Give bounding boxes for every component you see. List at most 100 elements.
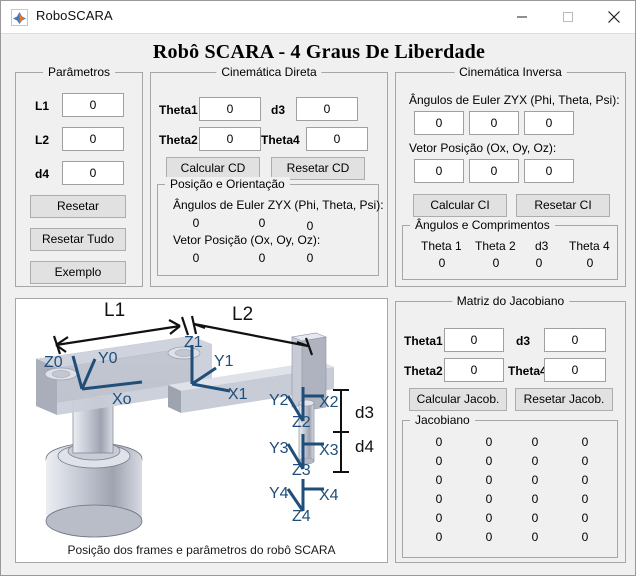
label-y2: Y2 [269,392,289,409]
calcular-ci-button[interactable]: Calcular CI [413,194,507,217]
input-ci-phi[interactable]: 0 [414,111,464,135]
jac-cell-2-2: 0 [531,473,539,487]
label-x1: X1 [228,386,248,403]
label-z0: Z0 [44,354,63,371]
parametros-panel-title: Parâmetros [42,65,116,79]
resetar-button[interactable]: Resetar [30,195,126,218]
jac-cell-0-2: 0 [531,435,539,449]
label-y4: Y4 [269,485,289,502]
jac-cell-0-3: 0 [581,435,589,449]
diagram-caption: Posição dos frames e parâmetros do robô … [67,543,336,557]
label-x0: Xo [112,391,132,408]
input-l2[interactable]: 0 [62,127,124,151]
cinematica-direta-panel: Cinemática Direta Theta1 0 d3 0 Theta2 0… [150,65,388,287]
label-z1: Z1 [184,334,203,351]
jac-cell-3-0: 0 [435,492,443,506]
jacobiano-matrix-title: Jacobiano [410,413,475,427]
input-ci-oz[interactable]: 0 [524,159,574,183]
jac-cell-1-2: 0 [531,454,539,468]
title-bar: RoboSCARA [1,1,635,34]
jac-cell-4-3: 0 [581,511,589,525]
input-cd-d3[interactable]: 0 [296,97,358,121]
maximize-icon[interactable] [545,1,591,33]
label-x2: X2 [319,394,339,411]
label-cd-theta4: Theta4 [261,133,300,147]
resetar-tudo-button[interactable]: Resetar Tudo [30,228,126,251]
jac-cell-4-2: 0 [531,511,539,525]
input-ci-oy[interactable]: 0 [469,159,519,183]
header-ci-theta4: Theta 4 [569,239,610,253]
label-l2-dimension: L2 [232,304,253,325]
calcular-jacob-button[interactable]: Calcular Jacob. [409,388,507,411]
label-x3: X3 [319,442,339,459]
matriz-jacobiano-panel: Matriz do Jacobiano Theta1 0 d3 0 Theta2… [395,294,626,563]
label-jac-theta4: Theta4 [508,364,547,378]
jac-cell-4-0: 0 [435,511,443,525]
label-d4-dimension: d4 [355,437,374,456]
jac-cell-3-2: 0 [531,492,539,506]
jac-cell-3-3: 0 [581,492,589,506]
close-icon[interactable] [591,1,635,33]
header-ci-theta2: Theta 2 [475,239,516,253]
scara-diagram-panel: L1 L2 d3 d4 Z0 Y0 Xo Z1 Y1 X1 Y2 X2 Z2 Y… [15,298,388,563]
window-title: RoboSCARA [36,8,113,23]
jac-cell-2-3: 0 [581,473,589,487]
label-jac-d3: d3 [516,334,531,348]
resetar-jacob-button[interactable]: Resetar Jacob. [515,388,613,411]
label-z3: Z3 [292,462,311,479]
input-cd-theta1[interactable]: 0 [199,97,261,121]
value-cd-ox: 0 [192,251,200,265]
jac-cell-3-1: 0 [485,492,493,506]
jac-cell-4-1: 0 [485,511,493,525]
label-d3-dimension: d3 [355,403,374,422]
label-y1: Y1 [214,353,234,370]
label-cd-vetor-posicao: Vetor Posição (Ox, Oy, Oz): [173,233,321,247]
input-l1[interactable]: 0 [62,93,124,117]
roboscara-window: RoboSCARA Robô SCARA - 4 Graus De Liberd… [0,0,636,576]
posicao-orientacao-title: Posição e Orientação [165,177,290,191]
input-ci-theta[interactable]: 0 [469,111,519,135]
jac-cell-2-1: 0 [485,473,493,487]
label-ci-euler: Ângulos de Euler ZYX (Phi, Theta, Psi): [409,93,620,107]
label-l2: L2 [35,133,50,147]
input-cd-theta2[interactable]: 0 [199,127,261,151]
cinematica-inversa-title: Cinemática Inversa [454,65,567,79]
jac-cell-1-1: 0 [485,454,493,468]
jac-cell-0-0: 0 [435,435,443,449]
angulos-comprimentos-title: Ângulos e Comprimentos [410,218,555,232]
jac-cell-2-0: 0 [435,473,443,487]
angulos-comprimentos-panel: Ângulos e Comprimentos Theta 1 Theta 2 d… [402,218,618,280]
header-ci-d3: d3 [535,239,549,253]
label-x4: X4 [319,487,339,504]
jac-cell-5-1: 0 [485,530,493,544]
label-l1-dimension: L1 [104,300,125,321]
label-ci-vetor-posicao: Vetor Posição (Ox, Oy, Oz): [409,141,557,155]
value-ci-theta1: 0 [438,256,446,270]
matlab-icon [11,9,28,26]
input-ci-psi[interactable]: 0 [524,111,574,135]
label-y0: Y0 [98,350,118,367]
label-l1: L1 [35,99,50,113]
value-ci-theta2: 0 [492,256,500,270]
jacobiano-matrix-panel: Jacobiano 0 0 0 0 0 0 0 0 0 0 0 0 0 0 0 … [402,413,618,558]
input-jac-d3[interactable]: 0 [544,328,606,352]
label-cd-d3: d3 [271,103,286,117]
label-cd-theta1: Theta1 [159,103,198,117]
input-jac-theta1[interactable]: 0 [444,328,504,352]
label-z4: Z4 [292,508,311,525]
input-jac-theta4[interactable]: 0 [544,358,606,382]
posicao-orientacao-panel: Posição e Orientação Ângulos de Euler ZY… [157,177,384,276]
jac-cell-0-1: 0 [485,435,493,449]
cinematica-direta-title: Cinemática Direta [216,65,322,79]
scara-robot-diagram: L1 L2 d3 d4 Z0 Y0 Xo Z1 Y1 X1 Y2 X2 Z2 Y… [36,300,374,538]
minimize-icon[interactable] [499,1,545,33]
matriz-jacobiano-title: Matriz do Jacobiano [451,294,570,308]
input-d4[interactable]: 0 [62,161,124,185]
resetar-ci-button[interactable]: Resetar CI [516,194,610,217]
input-cd-theta4[interactable]: 0 [306,127,368,151]
value-cd-psi: 0 [306,219,314,233]
label-jac-theta2: Theta2 [404,364,443,378]
input-ci-ox[interactable]: 0 [414,159,464,183]
exemplo-button[interactable]: Exemplo [30,261,126,284]
input-jac-theta2[interactable]: 0 [444,358,504,382]
